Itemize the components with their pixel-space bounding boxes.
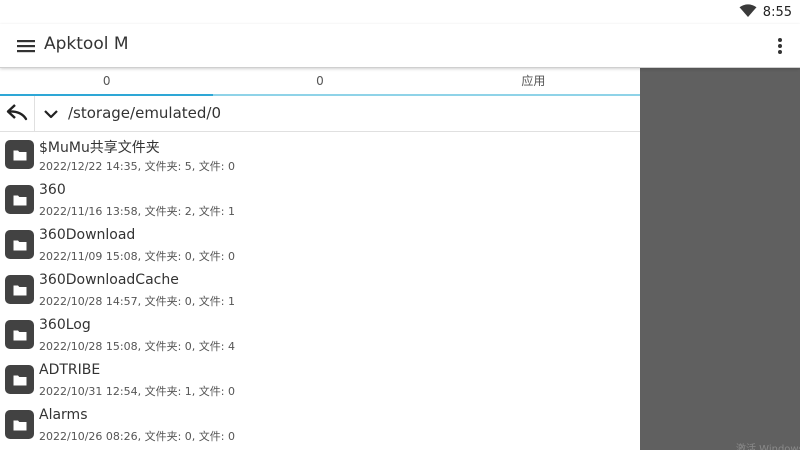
back-button[interactable]	[0, 96, 35, 131]
file-name: Alarms	[39, 407, 88, 423]
path-bar: /storage/emulated/0	[0, 96, 640, 132]
wifi-icon	[739, 3, 757, 22]
folder-icon	[5, 275, 34, 304]
activation-watermark: 激活 Windows	[736, 444, 800, 450]
tab-apps[interactable]: 应用	[427, 68, 640, 94]
file-meta: 2022/11/09 15:08, 文件夹: 0, 文件: 0	[39, 250, 235, 263]
folder-icon	[5, 320, 34, 349]
file-name: ADTRIBE	[39, 362, 101, 378]
list-item[interactable]: Alarms 2022/10/26 08:26, 文件夹: 0, 文件: 0	[0, 403, 640, 448]
status-indicators: 8:55	[739, 3, 792, 21]
status-time: 8:55	[762, 4, 792, 20]
file-meta: 2022/10/28 14:57, 文件夹: 0, 文件: 1	[39, 295, 235, 308]
file-name: 360	[39, 182, 66, 198]
file-name: 360Download	[39, 227, 136, 243]
tab-0-first[interactable]: 0	[0, 68, 214, 96]
file-list: $MuMu共享文件夹 2022/12/22 14:35, 文件夹: 5, 文件:…	[0, 133, 640, 448]
hamburger-menu-icon[interactable]	[12, 32, 40, 60]
more-vert-icon[interactable]	[772, 32, 788, 60]
folder-icon	[5, 140, 34, 169]
app-bar: Apktool M	[0, 24, 800, 68]
reply-arrow-icon	[6, 103, 28, 125]
list-item[interactable]: 360Download 2022/11/09 15:08, 文件夹: 0, 文件…	[0, 223, 640, 268]
file-meta: 2022/12/22 14:35, 文件夹: 5, 文件: 0	[39, 160, 235, 173]
file-meta: 2022/11/16 13:58, 文件夹: 2, 文件: 1	[39, 205, 235, 218]
folder-icon	[5, 185, 34, 214]
status-bar: 8:55	[0, 0, 800, 24]
folder-icon	[5, 365, 34, 394]
folder-icon	[5, 230, 34, 259]
file-name: 360Log	[39, 317, 91, 333]
list-item[interactable]: 360DownloadCache 2022/10/28 14:57, 文件夹: …	[0, 268, 640, 313]
list-item[interactable]: 360 2022/11/16 13:58, 文件夹: 2, 文件: 1	[0, 178, 640, 223]
list-item[interactable]: 360Log 2022/10/28 15:08, 文件夹: 0, 文件: 4	[0, 313, 640, 358]
side-panel	[640, 68, 800, 450]
list-item[interactable]: $MuMu共享文件夹 2022/12/22 14:35, 文件夹: 5, 文件:…	[0, 133, 640, 178]
file-name: $MuMu共享文件夹	[39, 140, 160, 156]
tab-0-second[interactable]: 0	[213, 68, 426, 94]
file-name: 360DownloadCache	[39, 272, 179, 288]
list-item[interactable]: ADTRIBE 2022/10/31 12:54, 文件夹: 1, 文件: 0	[0, 358, 640, 403]
folder-icon	[5, 410, 34, 439]
file-meta: 2022/10/31 12:54, 文件夹: 1, 文件: 0	[39, 385, 235, 398]
chevron-down-icon[interactable]	[40, 105, 62, 123]
current-path: /storage/emulated/0	[68, 104, 222, 122]
tab-bar: 0 0 应用	[0, 68, 640, 96]
file-meta: 2022/10/28 15:08, 文件夹: 0, 文件: 4	[39, 340, 235, 353]
file-meta: 2022/10/26 08:26, 文件夹: 0, 文件: 0	[39, 430, 235, 443]
app-title: Apktool M	[44, 34, 129, 54]
